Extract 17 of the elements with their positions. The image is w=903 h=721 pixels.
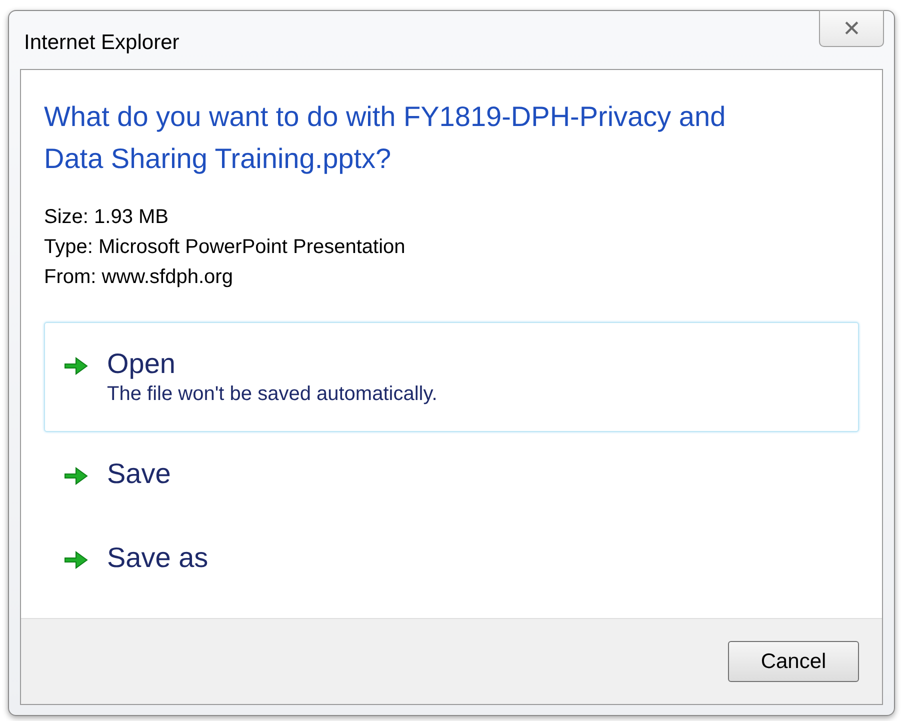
action-option[interactable]: Save xyxy=(44,432,859,516)
option-label: Open xyxy=(107,347,176,381)
action-option[interactable]: Open The file won't be saved automatically. xyxy=(44,322,859,432)
file-detail: Type: Microsoft PowerPoint Presentation xyxy=(44,235,406,260)
arrow-icon xyxy=(63,465,89,487)
option-description: The file won't be saved automatically. xyxy=(107,382,438,407)
question-heading: What do you want to do with FY1819-DPH-Privacy and Data Sharing Training.pptx? xyxy=(44,100,727,176)
close-button[interactable]: ✕ xyxy=(819,10,884,47)
arrow-icon xyxy=(63,549,89,571)
file-detail: From: www.sfdph.org xyxy=(44,265,234,290)
option-label: Save as xyxy=(107,541,208,575)
option-label: Save xyxy=(107,457,171,491)
arrow-icon xyxy=(63,355,89,377)
action-option[interactable]: Save as xyxy=(44,516,859,600)
file-detail: Size: 1.93 MB xyxy=(44,205,170,230)
cancel-button[interactable]: Cancel xyxy=(728,641,859,682)
window-title: Internet Explorer xyxy=(24,30,180,56)
